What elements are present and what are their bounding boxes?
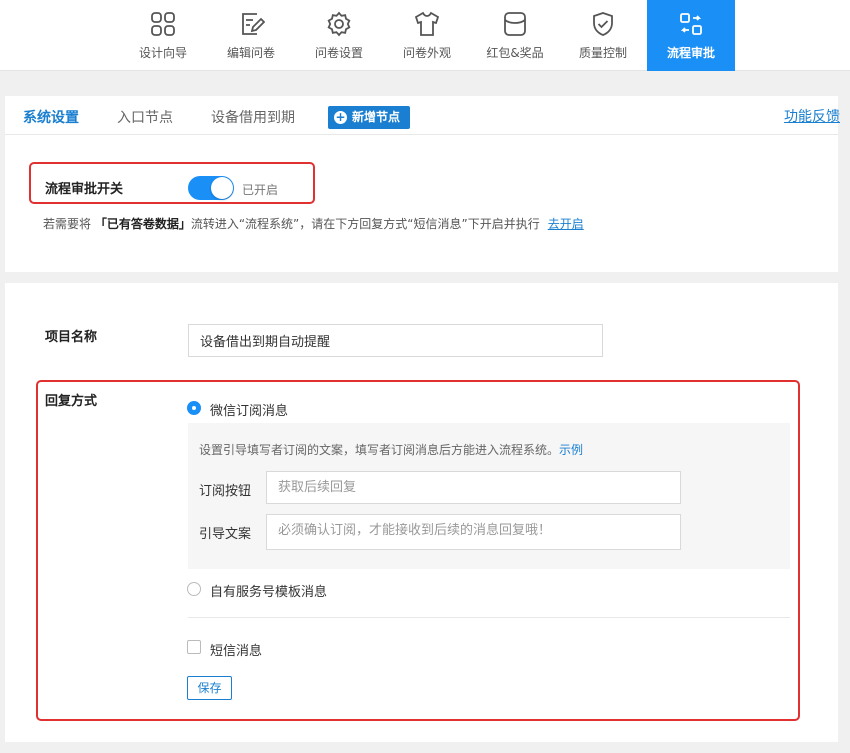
tab-entry-node[interactable]: 入口节点 xyxy=(117,107,173,127)
tab-system-settings[interactable]: 系统设置 xyxy=(23,107,79,127)
nav-item-design-guide[interactable]: 设计向导 xyxy=(119,0,207,71)
wechat-subscribe-label: 微信订阅消息 xyxy=(210,404,289,419)
wechat-settings-hint: 设置引导填写者订阅的文案，填写者订阅消息后方能进入流程系统。示例 xyxy=(199,441,583,458)
feedback-link[interactable]: 功能反馈 xyxy=(784,106,840,126)
guide-text-textarea[interactable] xyxy=(266,514,681,550)
project-config-panel: 项目名称 回复方式 微信订阅消息 设置引导填写者订阅的文案，填写者订阅消息后方能… xyxy=(5,283,838,742)
sms-label: 短信消息 xyxy=(210,644,263,659)
go-enable-link[interactable]: 去开启 xyxy=(548,217,584,231)
toggle-knob xyxy=(211,177,233,199)
approval-toggle[interactable] xyxy=(188,176,234,200)
hint-prefix: 若需要将 xyxy=(43,217,95,231)
nav-item-label: 流程审批 xyxy=(666,46,715,60)
nav-item-quality-control[interactable]: 质量控制 xyxy=(559,0,647,71)
grid-icon xyxy=(151,12,175,36)
hint-highlight: 「已有答卷数据」 xyxy=(94,217,191,231)
top-navigation: 设计向导 编辑问卷 问卷设置 问卷外观 红包&奖品 质量控制 流程审批 xyxy=(0,0,850,71)
nav-item-workflow-approval[interactable]: 流程审批 xyxy=(647,0,735,71)
add-node-button[interactable]: + 新增节点 xyxy=(328,106,410,129)
hint-suffix: 流转进入“流程系统”，请在下方回复方式“短信消息”下开启并执行 xyxy=(190,217,540,231)
nav-item-survey-appearance[interactable]: 问卷外观 xyxy=(383,0,471,71)
nav-item-label: 问卷外观 xyxy=(402,46,451,60)
guide-text-label: 引导文案 xyxy=(199,527,252,542)
tab-device-borrow-expiry[interactable]: 设备借用到期 xyxy=(211,107,295,127)
nav-item-label: 红包&奖品 xyxy=(486,46,544,60)
example-link[interactable]: 示例 xyxy=(559,443,583,457)
save-button[interactable]: 保存 xyxy=(187,676,232,700)
reply-method-label: 回复方式 xyxy=(45,394,98,409)
add-node-label: 新增节点 xyxy=(352,110,401,124)
wechat-hint-text: 设置引导填写者订阅的文案，填写者订阅消息后方能进入流程系统。 xyxy=(199,443,560,457)
nav-item-label: 编辑问卷 xyxy=(226,46,275,60)
nav-item-label: 设计向导 xyxy=(138,46,187,60)
project-name-label: 项目名称 xyxy=(45,330,98,345)
workflow-icon xyxy=(680,13,702,35)
system-settings-panel: 系统设置 入口节点 设备借用到期 + 新增节点 功能反馈 流程审批开关 已开启 … xyxy=(5,96,840,272)
service-template-label: 自有服务号模板消息 xyxy=(210,585,328,600)
nav-item-label: 问卷设置 xyxy=(314,46,363,60)
approval-switch-status: 已开启 xyxy=(242,183,279,197)
nav-item-red-envelope-prizes[interactable]: 红包&奖品 xyxy=(471,0,559,71)
red-envelope-icon xyxy=(504,12,526,36)
sms-hint: 若需要将 「已有答卷数据」流转进入“流程系统”，请在下方回复方式“短信消息”下开… xyxy=(43,215,584,232)
gear-icon xyxy=(327,11,351,37)
shirt-icon xyxy=(414,11,440,36)
plus-circle-icon: + xyxy=(334,110,347,124)
service-template-radio[interactable] xyxy=(187,582,201,596)
sms-checkbox[interactable] xyxy=(187,640,201,654)
approval-switch-label: 流程审批开关 xyxy=(45,182,124,197)
project-name-input[interactable] xyxy=(188,324,603,357)
shield-check-icon xyxy=(593,12,613,36)
nav-item-label: 质量控制 xyxy=(578,46,627,60)
subscribe-button-input[interactable] xyxy=(266,471,681,504)
nav-item-edit-survey[interactable]: 编辑问卷 xyxy=(207,0,295,71)
subscribe-button-label: 订阅按钮 xyxy=(199,484,252,499)
wechat-subscribe-radio[interactable] xyxy=(187,401,201,415)
tab-bar: 系统设置 入口节点 设备借用到期 + 新增节点 功能反馈 xyxy=(5,96,840,135)
divider xyxy=(188,617,790,618)
nav-item-survey-settings[interactable]: 问卷设置 xyxy=(295,0,383,71)
edit-icon xyxy=(242,13,265,35)
